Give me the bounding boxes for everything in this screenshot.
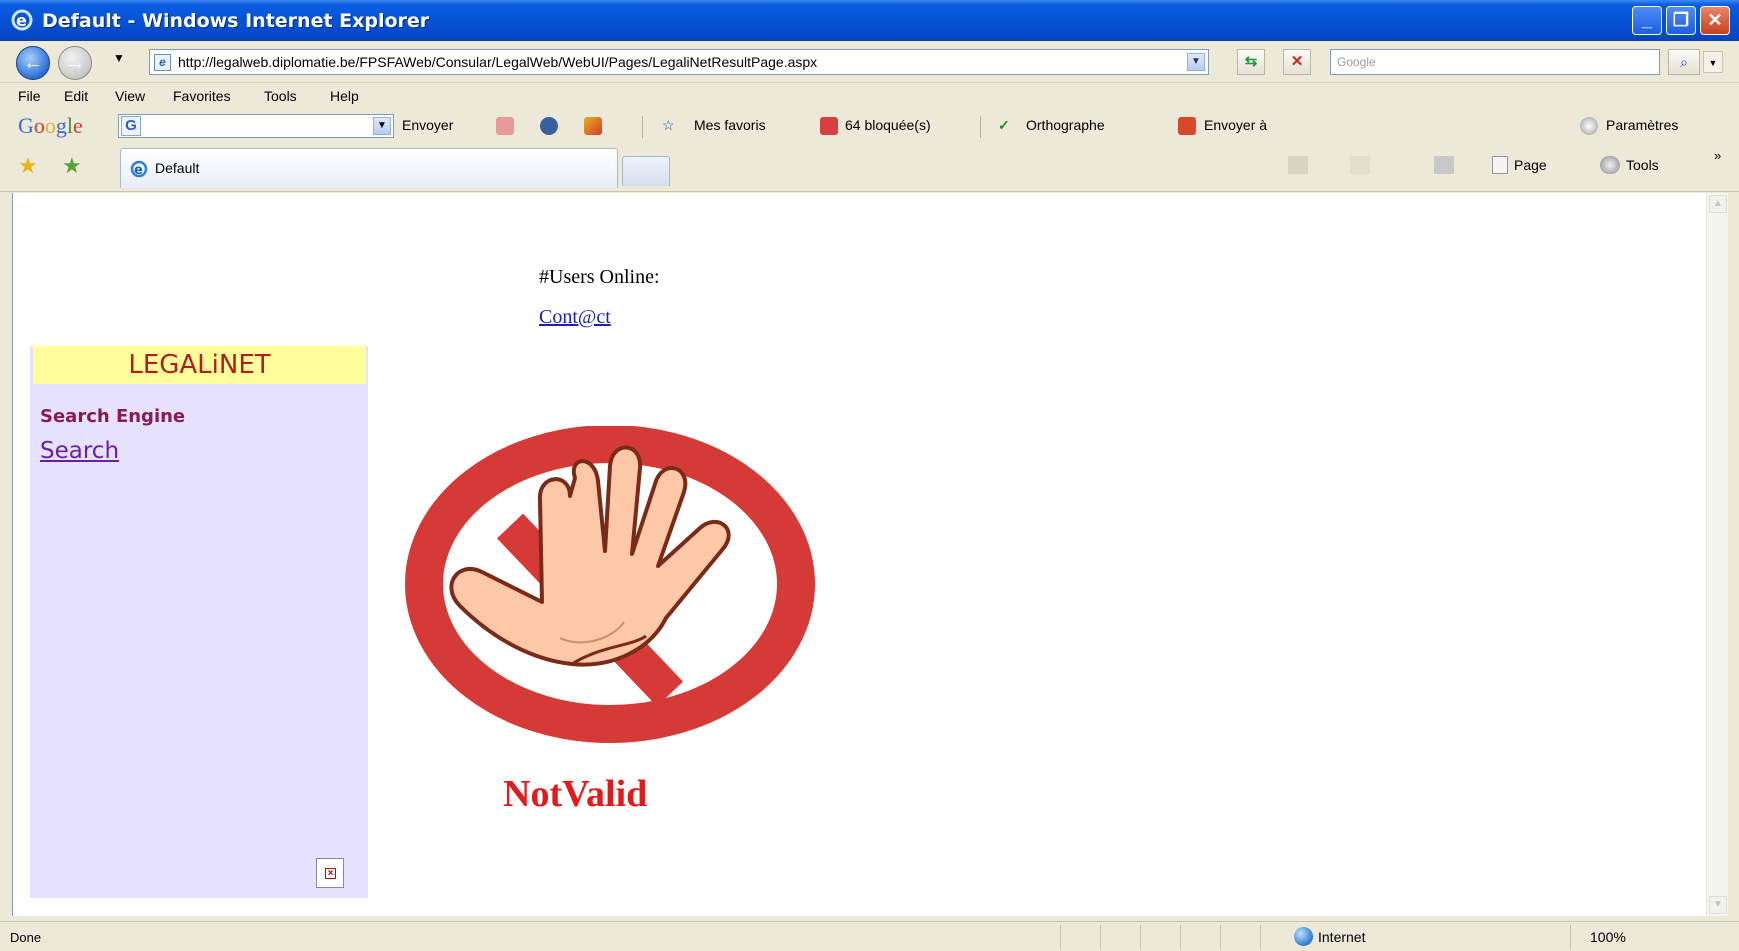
tab-label: Default [155,160,200,176]
page-icon: e [154,54,171,71]
search-link[interactable]: Search [40,438,119,464]
back-button[interactable]: ← [16,46,50,80]
scroll-up-icon[interactable]: ▲ [1709,195,1727,213]
globe-icon[interactable] [540,117,558,135]
back-arrow-icon: ← [23,52,43,74]
status-text: Done [10,930,42,945]
status-divider [1570,925,1571,949]
scroll-down-icon[interactable]: ▼ [1709,896,1727,914]
google-g-icon[interactable]: G [121,116,141,136]
search-button[interactable]: ⌕ [1668,49,1700,75]
google-toolbar: Google G ▼ Envoyer ☆ Mes favoris 64 bloq… [0,110,1739,142]
favorites-center-icon[interactable]: ★ [18,153,38,179]
users-online-label: #Users Online: [539,266,660,288]
status-divider [1260,925,1261,949]
page-menu-button[interactable]: Page [1514,157,1547,173]
vertical-scrollbar[interactable]: ▲ ▼ [1706,193,1728,916]
url-dropdown-icon[interactable]: ▼ [1187,53,1205,71]
zoom-level[interactable]: 100% [1590,929,1626,945]
toolbar-divider [980,116,981,138]
spellcheck-icon: ✓ [998,117,1010,133]
svg-text:e: e [134,163,143,178]
bookmark-icon[interactable] [584,117,602,135]
url-text: http://legalweb.diplomatie.be/FPSFAWeb/C… [178,54,818,70]
title-bar: e Default - Windows Internet Explorer _ … [0,0,1739,41]
window-title: Default - Windows Internet Explorer [42,10,430,32]
ie-logo-icon: e [11,9,33,31]
settings-button[interactable]: Paramètres [1606,117,1678,133]
menu-view[interactable]: View [115,88,145,104]
tab-default[interactable]: e Default [120,148,618,188]
add-favorite-icon[interactable]: ★ [62,153,82,179]
refresh-button[interactable]: ⇆ [1237,49,1265,75]
svg-text:e: e [16,11,27,30]
tab-bar: ★ ★ e Default Page Tools » [0,142,1739,192]
forward-arrow-icon: → [65,52,85,74]
popup-blocker-icon [820,117,838,135]
status-divider [1060,925,1061,949]
maximize-button[interactable]: ❐ [1666,6,1696,35]
result-status: NotValid [503,773,648,815]
tools-gear-icon [1600,156,1620,174]
url-field[interactable]: e http://legalweb.diplomatie.be/FPSFAWeb… [149,49,1209,75]
popup-blocked-count[interactable]: 64 bloquée(s) [845,117,931,133]
send-button[interactable]: Envoyer [402,117,453,133]
forward-button[interactable]: → [58,46,92,80]
news-icon[interactable] [496,117,514,135]
search-placeholder: Google [1337,55,1376,69]
menu-help[interactable]: Help [330,88,359,104]
home-icon[interactable] [1288,156,1308,174]
status-divider [1220,925,1221,949]
chevron-more-icon[interactable]: » [1714,148,1721,163]
ie-tab-icon: e [130,160,148,178]
stop-button[interactable]: ✕ [1283,49,1311,75]
search-options-icon[interactable]: ▼ [1703,51,1723,73]
menu-bar: File Edit View Favorites Tools Help [0,84,1739,110]
address-bar: ← → ▼ e http://legalweb.diplomatie.be/FP… [0,41,1739,83]
status-divider [1100,925,1101,949]
star-outline-icon: ☆ [662,117,675,133]
security-zone[interactable]: Internet [1318,929,1365,945]
menu-tools[interactable]: Tools [264,88,297,104]
broken-image-icon: × [316,858,344,888]
close-button[interactable]: ✕ [1700,6,1730,35]
contact-link[interactable]: Cont@ct [539,306,611,329]
history-dropdown-icon[interactable]: ▼ [113,51,125,65]
spelling-button[interactable]: Orthographe [1026,117,1105,133]
status-bar: Done Internet 100% [0,921,1739,951]
google-dropdown-icon[interactable]: ▼ [373,117,391,135]
menu-edit[interactable]: Edit [64,88,88,104]
internet-zone-icon [1294,927,1313,946]
menu-file[interactable]: File [18,88,41,104]
brand-banner: LEGALiNET [33,346,366,384]
tools-menu-button[interactable]: Tools [1626,157,1659,173]
new-tab-button[interactable] [622,156,670,186]
search-input[interactable]: Google [1330,49,1660,75]
menu-favorites[interactable]: Favorites [173,88,231,104]
send-to-button[interactable]: Envoyer à [1204,117,1267,133]
section-title: Search Engine [40,406,186,427]
page-menu-icon [1492,156,1508,174]
status-divider [1140,925,1141,949]
magnifier-icon: ⌕ [1680,54,1688,70]
status-divider [1180,925,1181,949]
settings-icon [1580,117,1598,135]
print-icon[interactable] [1434,156,1454,174]
toolbar-divider [642,116,643,138]
feeds-icon[interactable] [1350,156,1370,174]
favorites-button[interactable]: Mes favoris [694,117,766,133]
stop-hand-icon [405,426,815,743]
google-search-input[interactable]: G ▼ [118,114,394,138]
send-to-icon [1178,117,1196,135]
sidebar: LEGALiNET Search Engine Search × [30,346,368,898]
google-logo: Google [18,113,83,138]
minimize-button[interactable]: _ [1632,6,1662,35]
browser-window: e Default - Windows Internet Explorer _ … [0,0,1739,951]
